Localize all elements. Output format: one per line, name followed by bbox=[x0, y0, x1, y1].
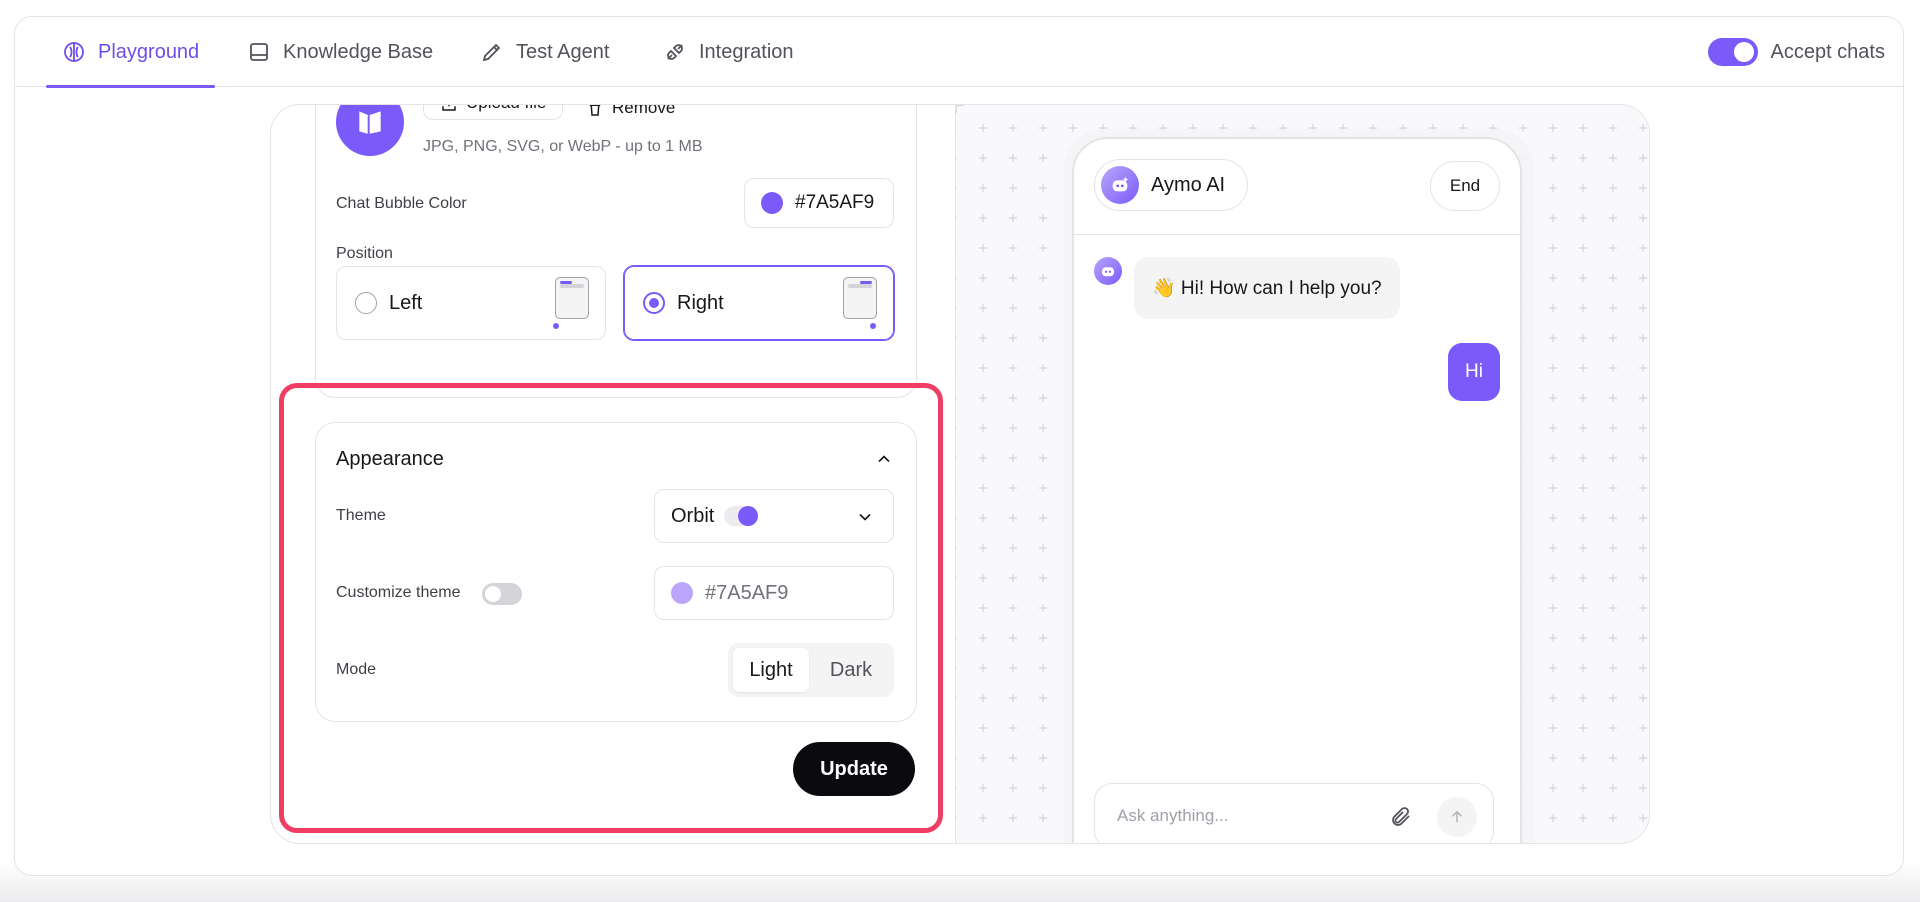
app-frame: Playground Knowledge Base Test Agent Int… bbox=[14, 16, 1904, 876]
bot-avatar bbox=[1101, 166, 1139, 204]
upload-label: Upload file bbox=[466, 105, 546, 113]
send-button[interactable] bbox=[1437, 797, 1477, 837]
plug-icon bbox=[667, 44, 683, 60]
chevron-down-icon bbox=[859, 513, 871, 521]
user-message: Hi bbox=[1448, 343, 1500, 401]
mode-toggle: Light Dark bbox=[728, 643, 894, 697]
window-preview-icon bbox=[843, 277, 877, 319]
chat-input[interactable]: Ask anything... bbox=[1094, 783, 1494, 843]
position-option-left[interactable]: Left bbox=[336, 266, 606, 340]
customize-theme-label: Customize theme bbox=[336, 584, 461, 601]
flag-icon bbox=[359, 111, 381, 134]
tab-integration[interactable]: Integration bbox=[663, 17, 794, 87]
tab-label: Integration bbox=[699, 40, 794, 63]
accept-chats-label: Accept chats bbox=[1770, 40, 1885, 63]
theme-value: Orbit bbox=[671, 504, 715, 527]
theme-swatch bbox=[724, 506, 759, 526]
remove-label: Remove bbox=[612, 104, 676, 117]
trash-icon bbox=[589, 105, 601, 116]
tab-label: Test Agent bbox=[516, 40, 610, 63]
chat-preview-pane: Aymo AI End 👋 Hi! How can I help you? Hi… bbox=[955, 105, 1649, 843]
mode-dark-button[interactable]: Dark bbox=[813, 648, 889, 692]
end-chat-button[interactable]: End bbox=[1430, 161, 1500, 211]
agent-badge: Aymo AI bbox=[1094, 159, 1249, 211]
bot-message: 👋 Hi! How can I help you? bbox=[1134, 257, 1400, 319]
window-preview-icon bbox=[555, 277, 589, 319]
robot-icon bbox=[1112, 176, 1129, 192]
robot-icon bbox=[1102, 267, 1114, 277]
remove-button[interactable]: Remove bbox=[586, 104, 676, 118]
file-hint: JPG, PNG, SVG, or WebP - up to 1 MB bbox=[423, 138, 703, 155]
position-dot bbox=[870, 323, 876, 329]
accept-chats: Accept chats bbox=[1708, 17, 1885, 87]
settings-form: Upload file Remove JPG, PNG, SVG, or Web… bbox=[271, 105, 955, 843]
theme-label: Theme bbox=[336, 507, 386, 524]
paperclip-icon[interactable] bbox=[1389, 805, 1413, 829]
theme-select[interactable]: Orbit bbox=[654, 489, 894, 543]
tab-knowledge-base[interactable]: Knowledge Base bbox=[247, 17, 433, 87]
chat-widget: Aymo AI End 👋 Hi! How can I help you? Hi… bbox=[1072, 137, 1522, 843]
bubble-color-value: #7A5AF9 bbox=[795, 192, 875, 213]
color-swatch bbox=[671, 582, 693, 604]
customize-theme-toggle[interactable] bbox=[482, 583, 522, 605]
color-swatch bbox=[761, 192, 783, 214]
settings-panel: Upload file Remove JPG, PNG, SVG, or Web… bbox=[270, 104, 1650, 844]
branding-card: Upload file Remove JPG, PNG, SVG, or Web… bbox=[315, 104, 917, 398]
pen-icon bbox=[482, 43, 501, 62]
radio-left[interactable] bbox=[355, 292, 377, 314]
position-right-label: Right bbox=[677, 291, 724, 314]
bubble-color-label: Chat Bubble Color bbox=[336, 195, 467, 212]
tab-label: Playground bbox=[98, 40, 200, 63]
bot-avatar bbox=[1094, 257, 1122, 285]
chevron-up-icon[interactable] bbox=[874, 449, 894, 469]
chat-header: Aymo AI End bbox=[1074, 139, 1520, 235]
brain-icon bbox=[64, 42, 84, 62]
upload-file-button[interactable]: Upload file bbox=[423, 105, 564, 120]
mode-light-button[interactable]: Light bbox=[733, 648, 809, 692]
appearance-title: Appearance bbox=[336, 448, 444, 470]
tab-test-agent[interactable]: Test Agent bbox=[480, 17, 609, 87]
position-left-label: Left bbox=[389, 291, 423, 314]
arrow-up-icon bbox=[1451, 810, 1463, 823]
radio-right[interactable] bbox=[643, 292, 665, 314]
update-button[interactable]: Update bbox=[793, 742, 915, 796]
upload-icon bbox=[442, 105, 456, 111]
chat-input-placeholder: Ask anything... bbox=[1117, 806, 1229, 825]
position-option-right[interactable]: Right bbox=[624, 266, 894, 340]
bubble-color-picker[interactable]: #7A5AF9 bbox=[744, 178, 894, 228]
appearance-card: Appearance Theme Orbit Customize theme #… bbox=[315, 422, 917, 722]
position-dot bbox=[553, 323, 559, 329]
custom-color-input[interactable]: #7A5AF9 bbox=[654, 566, 894, 620]
top-nav: Playground Knowledge Base Test Agent Int… bbox=[15, 17, 1903, 88]
agent-name: Aymo AI bbox=[1151, 173, 1226, 196]
book-icon bbox=[250, 43, 268, 61]
tab-playground[interactable]: Playground bbox=[45, 17, 216, 88]
accept-chats-toggle[interactable] bbox=[1708, 38, 1759, 66]
position-label: Position bbox=[336, 245, 393, 262]
mode-label: Mode bbox=[336, 661, 377, 678]
custom-color-placeholder: #7A5AF9 bbox=[705, 581, 789, 604]
tab-label: Knowledge Base bbox=[283, 40, 434, 63]
logo-preview bbox=[336, 105, 404, 156]
